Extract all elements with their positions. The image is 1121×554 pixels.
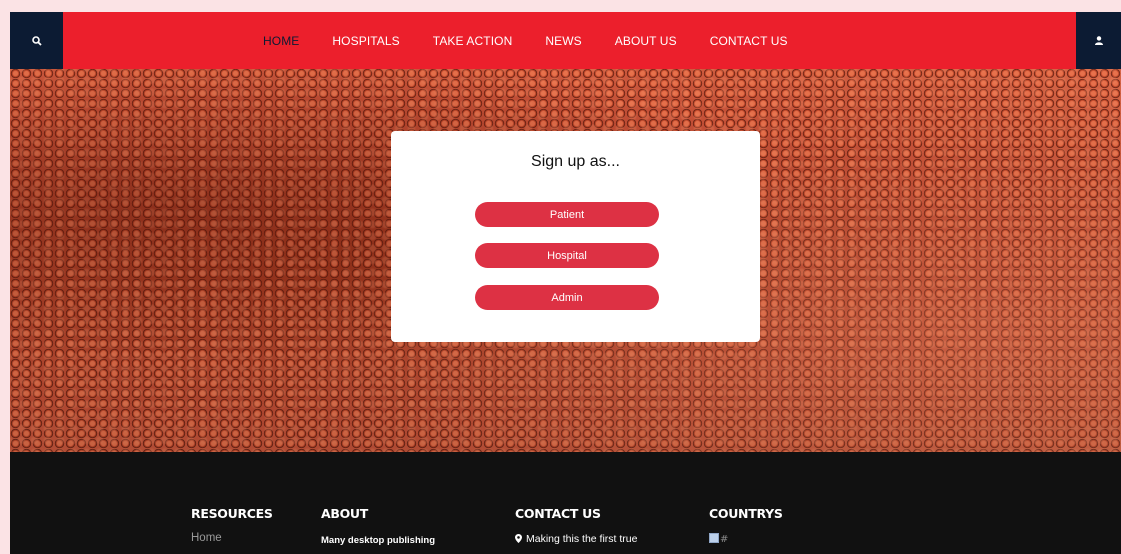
footer-about: ABOUT Many desktop publishing bbox=[321, 506, 435, 546]
about-heading: ABOUT bbox=[321, 506, 369, 521]
user-icon bbox=[1094, 36, 1103, 45]
resources-link-home[interactable]: Home bbox=[191, 532, 273, 544]
main-nav: HOME HOSPITALS TAKE ACTION NEWS ABOUT US… bbox=[263, 12, 821, 69]
broken-image-icon bbox=[709, 533, 719, 543]
top-navbar: HOME HOSPITALS TAKE ACTION NEWS ABOUT US… bbox=[10, 12, 1121, 69]
patient-button[interactable]: Patient bbox=[475, 202, 659, 227]
page: HOME HOSPITALS TAKE ACTION NEWS ABOUT US… bbox=[10, 12, 1121, 554]
search-icon bbox=[31, 35, 42, 46]
nav-home[interactable]: HOME bbox=[263, 34, 299, 48]
user-button[interactable] bbox=[1076, 12, 1121, 69]
signup-title: Sign up as... bbox=[531, 153, 620, 170]
hospital-button[interactable]: Hospital bbox=[475, 243, 659, 268]
nav-hospitals[interactable]: HOSPITALS bbox=[332, 34, 399, 48]
nav-news[interactable]: NEWS bbox=[545, 34, 581, 48]
signup-card: Sign up as... Patient Hospital Admin bbox=[391, 131, 760, 342]
footer-countries: COUNTRYS # bbox=[709, 506, 783, 546]
admin-button[interactable]: Admin bbox=[475, 285, 659, 310]
resources-heading: RESOURCES bbox=[191, 506, 273, 521]
nav-about-us[interactable]: ABOUT US bbox=[615, 34, 677, 48]
nav-take-action[interactable]: TAKE ACTION bbox=[433, 34, 513, 48]
contact-heading: CONTACT US bbox=[515, 506, 601, 521]
footer-resources: RESOURCES Home bbox=[191, 506, 273, 544]
country-image[interactable]: # bbox=[709, 533, 728, 545]
map-marker-icon bbox=[515, 534, 522, 543]
footer: RESOURCES Home ABOUT Many desktop publis… bbox=[10, 452, 1121, 554]
search-button[interactable] bbox=[10, 12, 63, 69]
about-text: Many desktop publishing bbox=[321, 535, 436, 546]
contact-text: Making this the first true bbox=[526, 533, 638, 545]
countries-heading: COUNTRYS bbox=[709, 506, 783, 521]
footer-contact: CONTACT US Making this the first true bbox=[515, 506, 637, 545]
nav-contact-us[interactable]: CONTACT US bbox=[710, 34, 788, 48]
contact-line: Making this the first true bbox=[515, 533, 637, 545]
country-image-alt: # bbox=[720, 534, 729, 545]
